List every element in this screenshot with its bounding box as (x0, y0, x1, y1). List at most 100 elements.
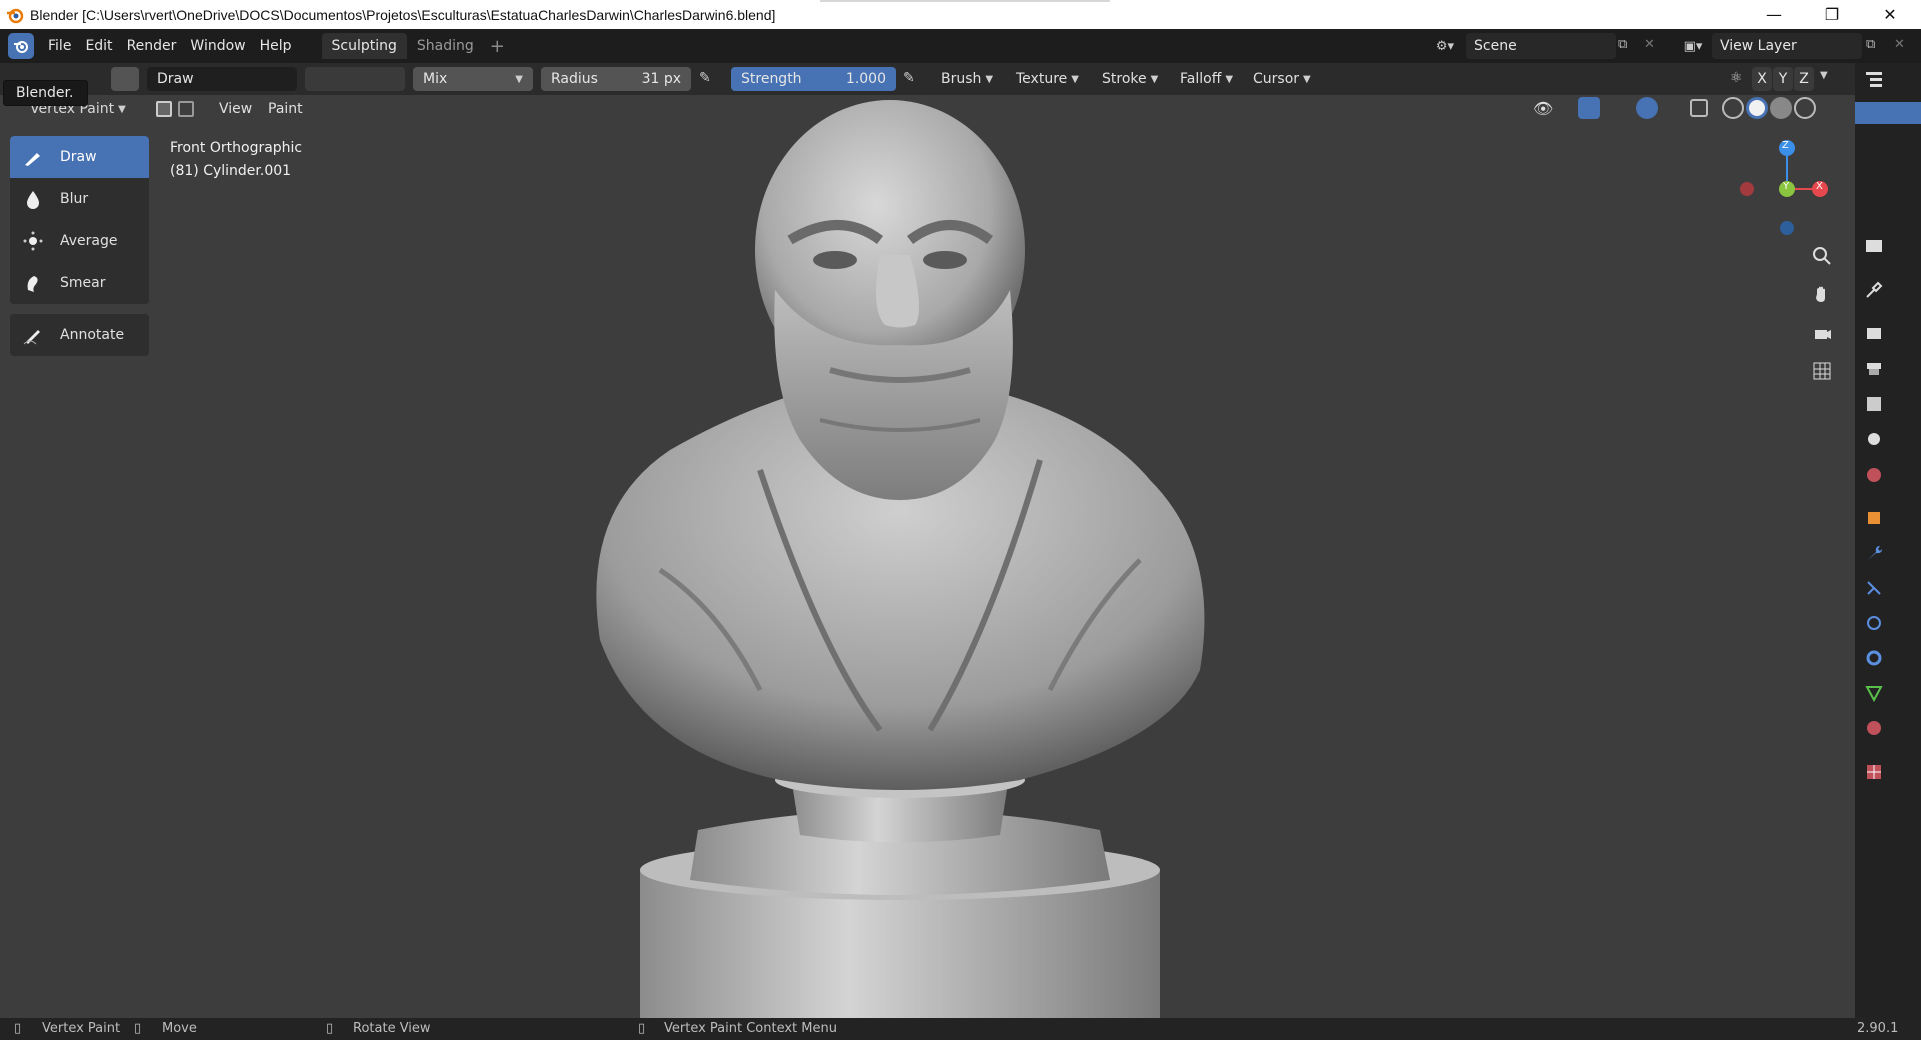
tool-properties-icon[interactable] (1862, 278, 1886, 302)
pan-hand-icon[interactable] (1810, 282, 1834, 306)
tool-blur[interactable]: Blur (10, 178, 149, 220)
minimize-button[interactable]: — (1745, 0, 1803, 29)
camera-icon[interactable] (1810, 321, 1834, 345)
mirror-z-button[interactable]: Z (1794, 67, 1814, 91)
scene-selector-icon[interactable]: ⚙▾ (1428, 35, 1462, 57)
material-shading-icon[interactable] (1770, 97, 1792, 119)
mirror-y-button[interactable]: Y (1773, 67, 1793, 91)
mouse-middle-icon: ▯ (326, 1021, 334, 1036)
toolbar: Draw Blur Average Smear Annotate (10, 136, 149, 356)
symmetry-icon[interactable]: ⚛ (1730, 70, 1743, 86)
view-layer-icon[interactable]: ▣▾ (1676, 35, 1710, 57)
tool-annotate[interactable]: Annotate (10, 314, 149, 356)
object-properties-icon[interactable] (1862, 506, 1886, 530)
outliner-display-icon[interactable] (1862, 67, 1886, 91)
strength-field[interactable]: Strength 1.000 (731, 67, 896, 91)
modifier-wrench-icon[interactable] (1862, 541, 1886, 565)
constraints-icon[interactable] (1862, 646, 1886, 670)
brush-dropdown[interactable]: Brush ▼ (941, 67, 993, 91)
strength-value: 1.000 (845, 71, 886, 87)
mask-toggle-icon[interactable] (156, 101, 172, 117)
cursor-dropdown-label: Cursor (1253, 71, 1300, 87)
viewport-info: Front Orthographic (81) Cylinder.001 (170, 137, 302, 183)
radius-value: 31 px (641, 71, 681, 87)
tool-draw[interactable]: Draw (10, 136, 149, 178)
average-icon (22, 230, 44, 252)
brush-dropdown-label: Brush (941, 71, 982, 87)
particles-icon[interactable] (1862, 576, 1886, 600)
status-mode: Vertex Paint (42, 1021, 121, 1036)
xray-toggle-icon[interactable] (1690, 99, 1708, 117)
falloff-dropdown[interactable]: Falloff ▼ (1180, 67, 1233, 91)
chevron-down-icon: ▼ (515, 73, 523, 85)
view-menu[interactable]: View (219, 97, 252, 121)
new-view-layer-icon[interactable]: ⧉ (1866, 37, 1875, 52)
add-workspace-button[interactable]: + (490, 36, 505, 57)
radius-pressure-icon[interactable]: ✎ (699, 70, 711, 86)
object-data-icon[interactable] (1862, 681, 1886, 705)
blender-menu-icon[interactable] (8, 33, 34, 59)
tool-average[interactable]: Average (10, 220, 149, 262)
scene-properties-icon[interactable] (1862, 427, 1886, 451)
tool-group-paint: Draw Blur Average Smear (10, 136, 149, 304)
brush-color-field[interactable] (305, 67, 405, 91)
view-name: Front Orthographic (170, 140, 303, 156)
brush-name-field[interactable]: Draw (147, 67, 297, 91)
menu-render[interactable]: Render (127, 38, 177, 54)
status-bar: ▯ Vertex Paint ▯ Move ▯ Rotate View ▯ Ve… (0, 1018, 1921, 1040)
material-properties-icon[interactable] (1862, 716, 1886, 740)
maximize-button[interactable]: ❐ (1803, 0, 1861, 29)
editor-type-icon[interactable] (1862, 234, 1886, 258)
texture-properties-icon[interactable] (1862, 760, 1886, 784)
delete-view-layer-icon[interactable]: ✕ (1894, 37, 1905, 52)
rendered-shading-icon[interactable] (1794, 97, 1816, 119)
delete-scene-icon[interactable]: ✕ (1644, 37, 1655, 52)
view-layer-field[interactable]: View Layer (1712, 33, 1862, 59)
solid-shading-icon[interactable] (1746, 97, 1768, 119)
render-properties-icon[interactable] (1862, 321, 1886, 345)
menu-window[interactable]: Window (190, 38, 245, 54)
darwin-bust-model (596, 100, 1205, 1018)
blend-mode-dropdown[interactable]: Mix ▼ (413, 67, 533, 91)
strength-pressure-icon[interactable]: ✎ (903, 70, 915, 86)
chevron-down-icon: ▼ (1225, 73, 1234, 85)
tab-shading[interactable]: Shading (407, 33, 484, 59)
stroke-dropdown-label: Stroke (1102, 71, 1147, 87)
chevron-down-icon[interactable]: ▼ (1820, 70, 1828, 81)
tool-smear[interactable]: Smear (10, 262, 149, 304)
zoom-icon[interactable] (1810, 244, 1834, 268)
output-properties-icon[interactable] (1862, 357, 1886, 381)
radius-field[interactable]: Radius 31 px (541, 67, 691, 91)
object-name: (81) Cylinder.001 (170, 163, 292, 179)
menu-file[interactable]: File (48, 38, 71, 54)
menu-edit[interactable]: Edit (85, 38, 112, 54)
smear-icon (22, 272, 44, 294)
stroke-dropdown[interactable]: Stroke ▼ (1102, 67, 1158, 91)
visibility-eye-icon[interactable]: 👁 (1533, 99, 1553, 118)
blender-app-icon (7, 8, 24, 23)
title-accent (820, 0, 1110, 2)
mirror-x-button[interactable]: X (1752, 67, 1772, 91)
ortho-grid-icon[interactable] (1810, 359, 1834, 383)
radius-label: Radius (551, 71, 598, 87)
tab-sculpting[interactable]: Sculpting (321, 33, 407, 59)
wireframe-shading-icon[interactable] (1722, 97, 1744, 119)
paint-menu[interactable]: Paint (268, 97, 303, 121)
texture-dropdown[interactable]: Texture ▼ (1016, 67, 1079, 91)
overlay-toggle-icon[interactable] (1636, 97, 1658, 119)
gizmo-toggle-icon[interactable] (1578, 97, 1600, 119)
navigation-gizmo[interactable]: Z Y X (1730, 130, 1860, 240)
brush-preview-icon[interactable] (111, 67, 139, 91)
world-properties-icon[interactable] (1862, 463, 1886, 487)
close-window-button[interactable]: ✕ (1861, 0, 1919, 29)
view-layer-properties-icon[interactable] (1862, 392, 1886, 416)
blender-tooltip: Blender. (3, 80, 88, 106)
cursor-dropdown[interactable]: Cursor ▼ (1253, 67, 1311, 91)
mouse-left-icon: ▯ (14, 1021, 22, 1036)
outliner-visibility-row[interactable] (1855, 102, 1921, 124)
menu-help[interactable]: Help (260, 38, 292, 54)
scene-field[interactable]: Scene (1466, 33, 1616, 59)
vertex-select-icon[interactable] (178, 101, 194, 117)
new-scene-icon[interactable]: ⧉ (1618, 37, 1627, 52)
physics-icon[interactable] (1862, 611, 1886, 635)
